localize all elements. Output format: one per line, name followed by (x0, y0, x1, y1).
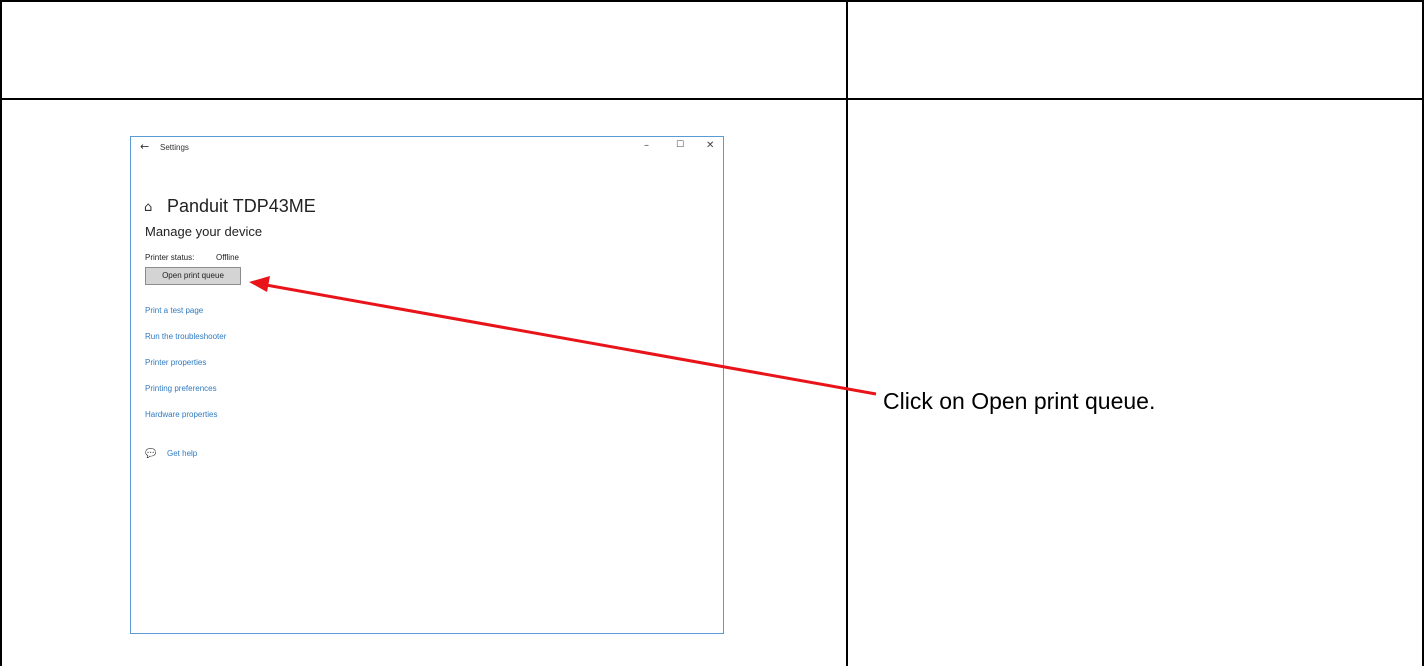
minimize-button[interactable]: – (644, 140, 649, 151)
table-border-top (0, 0, 1424, 2)
page-title: Panduit TDP43ME (167, 196, 316, 216)
table-border-left (0, 0, 2, 666)
back-arrow-icon[interactable]: ← (140, 140, 149, 153)
section-title: Manage your device (145, 224, 263, 239)
open-print-queue-button[interactable]: Open print queue (145, 267, 241, 285)
instruction-text: Click on Open print queue. (883, 388, 1156, 414)
close-button[interactable]: ✕ (706, 140, 714, 151)
print-test-page-link[interactable]: Print a test page (145, 306, 203, 315)
hardware-properties-link[interactable]: Hardware properties (145, 410, 217, 419)
settings-window: ← Settings – ☐ ✕ ⌂ Panduit TDP43ME Manag… (130, 136, 724, 634)
app-title: Settings (160, 143, 189, 152)
printer-status-label: Printer status: (145, 253, 195, 262)
table-border-middle (846, 0, 848, 666)
run-troubleshooter-link[interactable]: Run the troubleshooter (145, 332, 226, 341)
home-icon[interactable]: ⌂ (144, 200, 152, 215)
get-help-link[interactable]: Get help (167, 449, 197, 458)
printing-preferences-link[interactable]: Printing preferences (145, 384, 217, 393)
table-border-row (0, 98, 1424, 100)
printer-properties-link[interactable]: Printer properties (145, 358, 206, 367)
title-bar: ← Settings – ☐ ✕ (131, 137, 723, 159)
chat-help-icon: 💬 (145, 448, 157, 458)
maximize-button[interactable]: ☐ (676, 140, 684, 150)
printer-status-value: Offline (216, 253, 239, 262)
